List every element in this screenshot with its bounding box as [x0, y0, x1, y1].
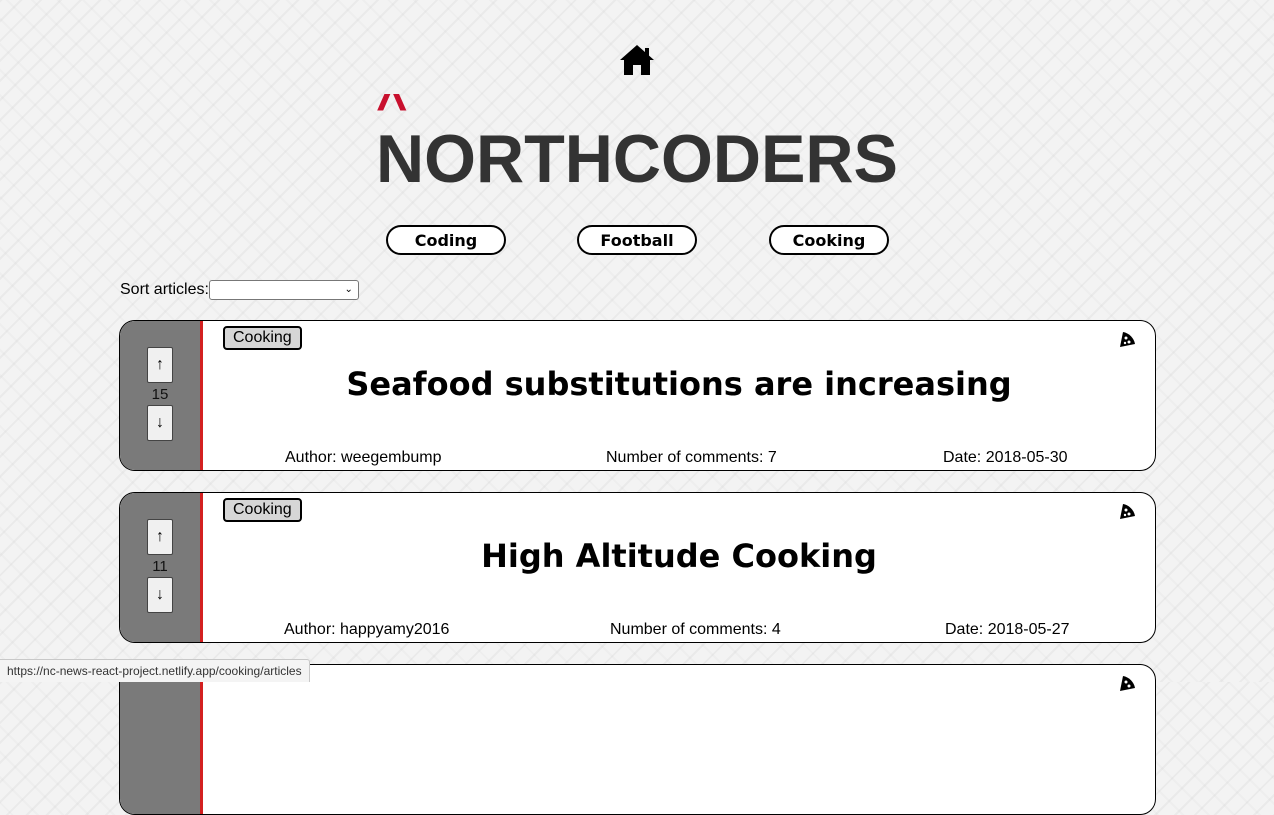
- article-topic-tag[interactable]: Cooking: [223, 326, 302, 350]
- arrow-up-icon: ↑: [156, 356, 164, 373]
- article-date: Date: 2018-05-30: [943, 449, 1068, 466]
- pizza-icon: [1120, 332, 1135, 347]
- topic-button-football[interactable]: Football: [577, 225, 697, 255]
- chevron-down-icon: ⌄: [344, 284, 353, 295]
- pizza-icon: [1120, 676, 1135, 691]
- downvote-button[interactable]: ↓: [147, 577, 173, 613]
- upvote-button[interactable]: ↑: [147, 347, 173, 383]
- home-icon[interactable]: [619, 44, 655, 76]
- article-comment-count: Number of comments: 7: [606, 449, 777, 466]
- article-author: Author: weegembump: [285, 449, 442, 466]
- article-author: Author: happyamy2016: [284, 621, 450, 638]
- article-title[interactable]: Seafood substitutions are increasing: [203, 365, 1155, 403]
- vote-panel: ↑ 15 ↓: [120, 321, 203, 470]
- topic-button-cooking[interactable]: Cooking: [769, 225, 889, 255]
- sort-label: Sort articles:: [120, 281, 209, 298]
- article-topic-tag[interactable]: Cooking: [223, 498, 302, 522]
- arrow-down-icon: ↓: [156, 414, 164, 431]
- downvote-button[interactable]: ↓: [147, 405, 173, 441]
- topic-button-coding[interactable]: Coding: [386, 225, 506, 255]
- sort-select[interactable]: ⌄: [208, 280, 359, 300]
- topic-nav: Coding Football Cooking: [0, 225, 1274, 255]
- status-bar-url: https://nc-news-react-project.netlify.ap…: [0, 659, 310, 682]
- arrow-up-icon: ↑: [156, 528, 164, 545]
- vote-panel: ↑ 11 ↓: [120, 493, 203, 642]
- article-card[interactable]: ↑ 11 ↓ Cooking High Altitude Cooking Aut…: [119, 492, 1156, 643]
- pizza-icon: [1120, 504, 1135, 519]
- arrow-down-icon: ↓: [156, 586, 164, 603]
- northcoders-logo: ^ NORTHCODERS: [376, 94, 900, 186]
- article-comment-count: Number of comments: 4: [610, 621, 781, 638]
- article-date: Date: 2018-05-27: [945, 621, 1070, 638]
- sort-control: Sort articles: ⌄: [120, 280, 359, 300]
- article-card[interactable]: [119, 664, 1156, 815]
- article-card[interactable]: ↑ 15 ↓ Cooking Seafood substitutions are…: [119, 320, 1156, 471]
- vote-count: 15: [151, 386, 169, 403]
- vote-panel: [120, 665, 203, 814]
- vote-count: 11: [152, 558, 168, 575]
- upvote-button[interactable]: ↑: [147, 519, 173, 555]
- logo-text: NORTHCODERS: [376, 121, 898, 186]
- article-title[interactable]: High Altitude Cooking: [203, 537, 1155, 575]
